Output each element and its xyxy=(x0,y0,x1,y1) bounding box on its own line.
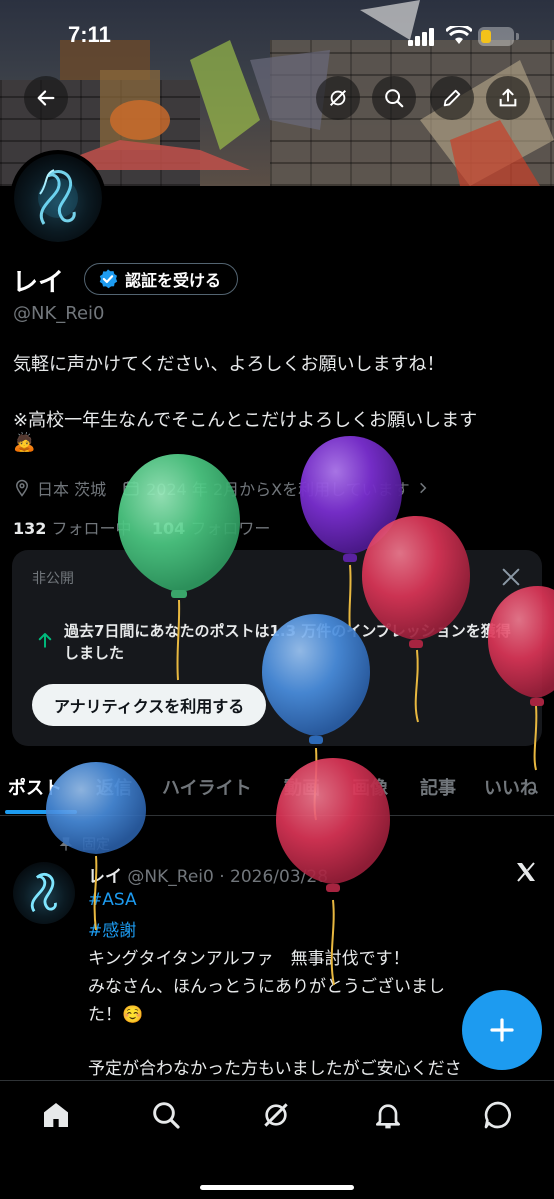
back-button[interactable] xyxy=(24,76,68,120)
followers-count: 104 xyxy=(151,519,186,538)
dragon-avatar-art xyxy=(30,873,57,913)
search-icon xyxy=(385,89,404,108)
share-icon xyxy=(499,88,517,107)
battery-icon xyxy=(478,27,519,46)
location-pin-icon xyxy=(15,479,29,497)
edit-button[interactable] xyxy=(430,76,474,120)
impressions-message: 過去7日間にあなたのポストは1.3 万件のインプレッションを獲得しました xyxy=(64,622,511,662)
profile-meta: 日本 茨城 2024 年 2月からXを利用しています xyxy=(13,476,430,500)
status-bar: 7:11 xyxy=(0,0,554,70)
grok-button[interactable] xyxy=(316,76,360,120)
following-count: 132 xyxy=(13,519,47,538)
get-verified-button[interactable]: 認証を受ける xyxy=(84,263,239,295)
arrow-left-icon xyxy=(37,90,55,106)
profile-location: 日本 茨城 xyxy=(37,480,107,499)
post-avatar[interactable] xyxy=(13,862,75,924)
tab-highlights[interactable]: ハイライト xyxy=(162,774,252,800)
tab-posts[interactable]: ポスト xyxy=(8,774,62,800)
post-text-line: 予定が合わなかった方もいましたがご安心くださ xyxy=(88,1059,462,1079)
private-label: 非公開 xyxy=(32,571,74,587)
post-text-line: キングタイタンアルファ 無事討伐です！ xyxy=(88,949,410,969)
signal-icon xyxy=(408,28,434,46)
get-verified-label: 認証を受ける xyxy=(125,271,222,290)
x-logo-icon xyxy=(517,862,535,882)
plus-icon xyxy=(490,1018,514,1042)
tab-videos[interactable]: 動画 xyxy=(284,774,320,800)
compose-button[interactable] xyxy=(462,990,542,1070)
chat-icon[interactable] xyxy=(482,1099,514,1131)
profile-handle: @NK_Rei0 xyxy=(13,303,105,324)
grok-icon xyxy=(329,89,347,107)
tab-replies[interactable]: 返信 xyxy=(96,774,132,800)
tab-indicator xyxy=(5,810,77,814)
home-indicator xyxy=(200,1185,354,1190)
impressions-card: 非公開 過去7日間にあなたのポストは1.3 万件のインプレッションを獲得しました… xyxy=(12,550,542,746)
bio-line-2: ※高校一年生なんでそこんとこだけよろしくお願いします xyxy=(13,410,478,431)
arrow-up-icon xyxy=(38,633,52,648)
profile-joined[interactable]: 2024 年 2月からXを利用しています xyxy=(146,476,410,500)
profile-name: レイ xyxy=(12,268,65,298)
followers-label: フォロワー xyxy=(190,519,271,538)
following-link[interactable]: 132 フォロー中 xyxy=(13,519,132,538)
pinned-label: 固定 xyxy=(82,837,110,853)
post-text-line: た！☺️ xyxy=(88,1005,144,1025)
share-button[interactable] xyxy=(486,76,530,120)
follow-stats: 132 フォロー中 104 フォロワー xyxy=(13,515,270,539)
pinned-indicator: 固定 xyxy=(58,834,110,854)
pencil-icon xyxy=(443,89,461,107)
bio-line-1: 気軽に声かけてください、よろしくお願いしますね！ xyxy=(13,354,445,375)
bottom-navigation xyxy=(0,1080,554,1199)
close-icon[interactable] xyxy=(500,566,522,588)
search-button[interactable] xyxy=(372,76,416,120)
bell-icon[interactable] xyxy=(372,1099,404,1131)
wifi-icon xyxy=(446,26,472,44)
search-icon[interactable] xyxy=(150,1099,182,1131)
verified-badge-icon xyxy=(99,269,118,289)
dragon-avatar-art xyxy=(38,169,78,225)
tab-images[interactable]: 画像 xyxy=(352,774,388,800)
pin-icon xyxy=(59,837,73,851)
home-icon[interactable] xyxy=(40,1099,72,1131)
hashtag-asa[interactable]: #ASA xyxy=(88,890,137,910)
post-author[interactable]: レイ xyxy=(88,867,122,887)
grok-icon[interactable] xyxy=(260,1099,292,1131)
hashtag-thanks[interactable]: #感謝 xyxy=(88,916,136,941)
bio-emoji: 🙇 xyxy=(13,432,36,453)
post-handle-date: @NK_Rei0 · 2026/03/28 xyxy=(127,867,329,887)
post-text-line: みなさん、ほんっとうにありがとうございまし xyxy=(88,977,445,997)
analytics-button[interactable]: アナリティクスを利用する xyxy=(32,684,267,726)
tab-likes[interactable]: いいね xyxy=(484,774,538,800)
calendar-icon xyxy=(123,481,139,496)
profile-tabs: ポスト 返信 ハイライト 動画 画像 記事 いいね xyxy=(0,764,554,816)
following-label: フォロー中 xyxy=(51,519,132,538)
post-header: レイ @NK_Rei0 · 2026/03/28 xyxy=(88,862,328,887)
chevron-right-icon xyxy=(419,482,427,494)
status-time: 7:11 xyxy=(68,22,111,47)
profile-avatar[interactable] xyxy=(10,150,106,246)
tab-articles[interactable]: 記事 xyxy=(420,774,456,800)
followers-link[interactable]: 104 フォロワー xyxy=(152,519,271,538)
